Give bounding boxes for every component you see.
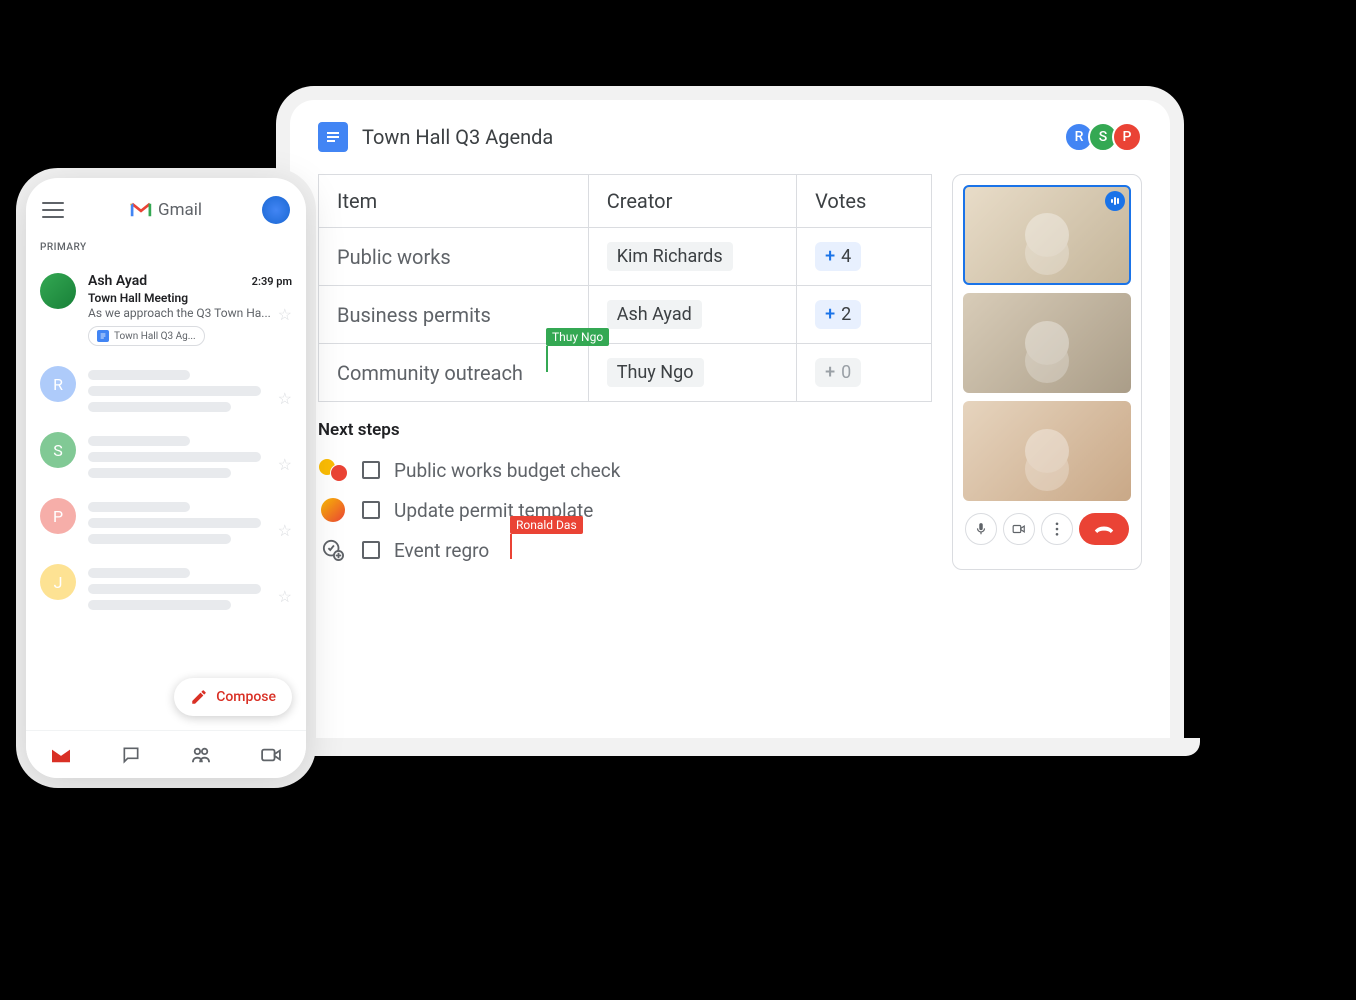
video-tile[interactable]	[963, 401, 1131, 501]
laptop-screen: Town Hall Q3 Agenda RSP Item Creator Vot…	[290, 100, 1170, 740]
checkbox[interactable]	[362, 541, 380, 559]
header-creator: Creator	[588, 175, 796, 228]
video-tile[interactable]	[963, 293, 1131, 393]
sender-avatar: R	[40, 366, 76, 402]
creator-chip[interactable]: Kim Richards	[607, 242, 733, 271]
step-text: Event regro	[394, 539, 489, 562]
meet-controls	[963, 513, 1131, 545]
gmail-header: Gmail	[26, 178, 306, 238]
step-item: Update permit template	[318, 490, 932, 530]
plus-icon: +	[825, 304, 835, 325]
star-icon[interactable]: ☆	[278, 305, 292, 324]
header-votes: Votes	[797, 175, 932, 228]
speaking-icon	[1105, 191, 1125, 211]
vote-chip[interactable]: + 0	[815, 358, 861, 387]
compose-button[interactable]: Compose	[174, 678, 292, 716]
plus-icon: +	[825, 246, 835, 267]
video-tile[interactable]	[963, 185, 1131, 285]
table-row: Business permits Ash Ayad + 2	[319, 286, 932, 344]
agenda-table: Item Creator Votes Public works Kim Rich…	[318, 174, 932, 402]
cursor-line-thuy	[546, 346, 548, 372]
sender-avatar	[40, 273, 76, 309]
email-preview: As we approach the Q3 Town Ha...	[88, 306, 292, 320]
cell-item: Public works	[319, 228, 589, 286]
account-avatar[interactable]	[262, 196, 290, 224]
email-item-placeholder[interactable]: S ☆	[26, 422, 306, 488]
table-row: Community outreach Thuy Ngo + 0	[319, 344, 932, 402]
star-icon[interactable]: ☆	[278, 587, 292, 606]
step-item: Public works budget check	[318, 450, 932, 490]
hamburger-menu-icon[interactable]	[42, 202, 64, 218]
camera-button[interactable]	[1003, 513, 1035, 545]
star-icon[interactable]: ☆	[278, 455, 292, 474]
gmail-icon	[130, 202, 152, 218]
star-icon[interactable]: ☆	[278, 521, 292, 540]
step-item: Event regro Ronald Das	[318, 530, 932, 570]
email-sender: Ash Ayad	[88, 273, 147, 289]
email-item-placeholder[interactable]: P ☆	[26, 488, 306, 554]
cell-votes: + 0	[797, 344, 932, 402]
star-icon[interactable]: ☆	[278, 389, 292, 408]
doc-title[interactable]: Town Hall Q3 Agenda	[362, 125, 553, 149]
vote-chip[interactable]: + 2	[815, 300, 861, 329]
cell-creator: Kim Richards	[588, 228, 796, 286]
checkbox[interactable]	[362, 461, 380, 479]
email-subject: Town Hall Meeting	[88, 291, 292, 305]
cursor-tag-ronald: Ronald Das	[510, 516, 583, 534]
more-options-button[interactable]	[1041, 513, 1073, 545]
cell-votes: + 2	[797, 286, 932, 344]
collaborator-avatar[interactable]: P	[1112, 122, 1142, 152]
bottom-nav	[26, 730, 306, 778]
cell-votes: + 4	[797, 228, 932, 286]
table-row: Public works Kim Richards + 4	[319, 228, 932, 286]
doc-main: Item Creator Votes Public works Kim Rich…	[318, 174, 932, 570]
next-steps-title: Next steps	[318, 420, 932, 440]
compose-label: Compose	[216, 689, 276, 705]
creator-chip[interactable]: Thuy Ngo	[607, 358, 704, 387]
header-item: Item	[319, 175, 589, 228]
mic-button[interactable]	[965, 513, 997, 545]
laptop-base	[260, 738, 1200, 756]
sender-avatar: S	[40, 432, 76, 468]
assignee-avatars[interactable]	[318, 455, 348, 485]
phone-device: Gmail PRIMARY Ash Ayad 2:39 pm Town Hall…	[26, 178, 306, 778]
cell-creator: Ash Ayad	[588, 286, 796, 344]
google-docs-icon[interactable]	[318, 122, 348, 152]
email-item[interactable]: Ash Ayad 2:39 pm Town Hall Meeting As we…	[26, 263, 306, 356]
attachment-chip[interactable]: Town Hall Q3 Ag...	[88, 326, 205, 346]
next-steps-section: Next steps Public works budget check Upd…	[318, 420, 932, 570]
email-item-placeholder[interactable]: R ☆	[26, 356, 306, 422]
mail-icon[interactable]	[50, 744, 72, 766]
cursor-line-ronald	[510, 534, 512, 559]
meet-panel	[952, 174, 1142, 570]
primary-tab-label[interactable]: PRIMARY	[26, 238, 306, 263]
cursor-tag-thuy: Thuy Ngo	[546, 328, 609, 346]
spaces-icon[interactable]	[190, 744, 212, 766]
vote-chip[interactable]: + 4	[815, 242, 861, 271]
meet-icon[interactable]	[260, 744, 282, 766]
cell-creator: Thuy Ngo	[588, 344, 796, 402]
sender-avatar: J	[40, 564, 76, 600]
docs-icon	[97, 330, 109, 342]
step-text: Public works budget check	[394, 459, 620, 482]
doc-header: Town Hall Q3 Agenda RSP	[318, 122, 1142, 152]
plus-icon: +	[825, 362, 835, 383]
pencil-icon	[190, 688, 208, 706]
sender-avatar: P	[40, 498, 76, 534]
collaborators: RSP	[1070, 122, 1142, 152]
assignee-avatar[interactable]	[318, 495, 348, 525]
gmail-brand-text: Gmail	[158, 200, 202, 220]
chat-icon[interactable]	[120, 744, 142, 766]
creator-chip[interactable]: Ash Ayad	[607, 300, 702, 329]
checkbox[interactable]	[362, 501, 380, 519]
email-time: 2:39 pm	[252, 275, 292, 288]
chip-label: Town Hall Q3 Ag...	[114, 331, 196, 342]
add-assignee-icon[interactable]	[318, 535, 348, 565]
hangup-button[interactable]	[1079, 513, 1129, 545]
gmail-logo: Gmail	[130, 200, 202, 220]
email-item-placeholder[interactable]: J ☆	[26, 554, 306, 620]
